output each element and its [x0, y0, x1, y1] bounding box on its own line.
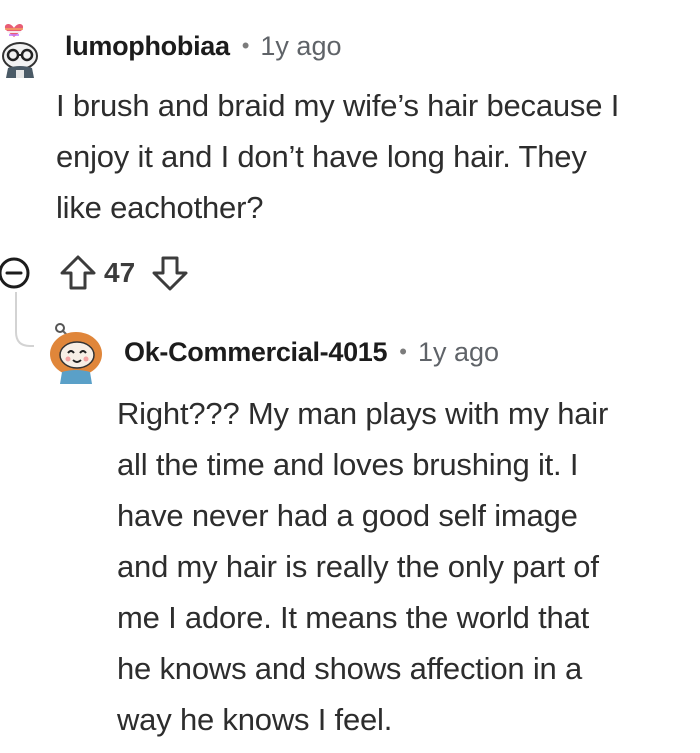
comment-body: I brush and braid my wife’s hair because… — [56, 88, 620, 225]
comment-body: Right??? My man plays with my hair all t… — [117, 396, 609, 737]
vote-count: 47 — [104, 257, 136, 288]
downvote-icon[interactable] — [150, 253, 190, 293]
thread-line[interactable] — [0, 292, 34, 352]
separator-dot: • — [399, 339, 407, 364]
upvote-icon[interactable] — [58, 253, 98, 293]
separator-dot: • — [241, 33, 250, 58]
collapse-icon[interactable] — [0, 255, 32, 291]
comment-header: lumophobiaa • 1y ago — [65, 26, 341, 66]
comment-age: 1y ago — [417, 336, 500, 367]
comment-header: Ok-Commercial-4015 • 1y ago — [124, 332, 499, 372]
heart-flair-icon — [4, 23, 24, 37]
user-avatar[interactable] — [48, 318, 104, 384]
user-avatar[interactable] — [0, 18, 46, 78]
username[interactable]: lumophobiaa — [65, 31, 230, 62]
comment-age: 1y ago — [260, 30, 342, 61]
username[interactable]: Ok-Commercial-4015 — [124, 337, 388, 368]
